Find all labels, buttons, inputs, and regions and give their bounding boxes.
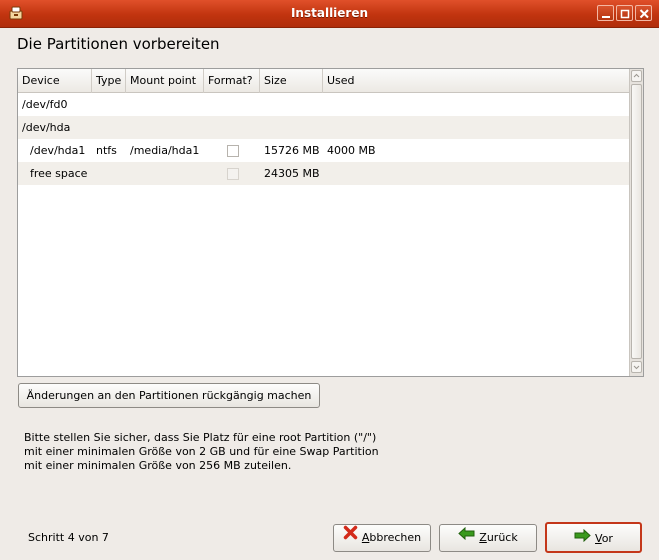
- minimize-button[interactable]: [597, 5, 614, 21]
- next-button[interactable]: Vor: [545, 522, 642, 553]
- partition-requirements-info: Bitte stellen Sie sicher, dass Sie Platz…: [24, 431, 379, 472]
- column-header-format[interactable]: Format?: [204, 69, 260, 93]
- vertical-scrollbar[interactable]: [629, 69, 643, 376]
- close-icon: [639, 9, 649, 19]
- red-x-icon: [343, 524, 358, 550]
- window-title: Installieren: [290, 6, 369, 20]
- maximize-button[interactable]: [616, 5, 633, 21]
- size-cell: 24305 MB: [264, 167, 320, 180]
- format-checkbox: [227, 168, 239, 180]
- window-titlebar[interactable]: Installieren: [0, 0, 659, 28]
- close-button[interactable]: [635, 5, 652, 21]
- type-cell: ntfs: [96, 144, 117, 157]
- table-row[interactable]: free space 24305 MB: [18, 162, 630, 185]
- table-row[interactable]: /dev/hda: [18, 116, 630, 139]
- next-mnemonic: V: [595, 532, 602, 545]
- device-cell: /dev/fd0: [22, 98, 68, 111]
- step-indicator: Schritt 4 von 7: [28, 531, 109, 544]
- chevron-up-icon: [633, 73, 640, 78]
- device-cell: /dev/hda1: [30, 144, 86, 157]
- back-label: urück: [486, 531, 518, 544]
- scrollbar-thumb[interactable]: [631, 84, 642, 359]
- device-cell: free space: [30, 167, 88, 180]
- table-row[interactable]: /dev/hda1 ntfs /media/hda1 15726 MB 4000…: [18, 139, 630, 162]
- back-mnemonic: Z: [479, 531, 487, 544]
- scroll-down-button[interactable]: [631, 361, 642, 373]
- back-button[interactable]: Zurück: [439, 524, 537, 552]
- next-label: or: [601, 532, 613, 545]
- table-row[interactable]: /dev/fd0: [18, 93, 630, 116]
- partition-table[interactable]: Device Type Mount point Format? Size Use…: [17, 68, 644, 377]
- scroll-up-button[interactable]: [631, 70, 642, 82]
- page-title: Die Partitionen vorbereiten: [17, 35, 220, 53]
- cancel-button[interactable]: Abbrechen: [333, 524, 431, 552]
- used-cell: 4000 MB: [327, 144, 376, 157]
- green-left-arrow-icon: [458, 524, 475, 550]
- column-header-used[interactable]: Used: [323, 69, 630, 93]
- green-right-arrow-icon: [574, 524, 591, 553]
- format-checkbox[interactable]: [227, 145, 239, 157]
- device-cell: /dev/hda: [22, 121, 71, 134]
- chevron-down-icon: [633, 365, 640, 370]
- column-header-size[interactable]: Size: [260, 69, 323, 93]
- mount-point-cell: /media/hda1: [130, 144, 200, 157]
- maximize-icon: [620, 9, 630, 19]
- minimize-icon: [602, 16, 610, 18]
- column-header-mount-point[interactable]: Mount point: [126, 69, 204, 93]
- size-cell: 15726 MB: [264, 144, 320, 157]
- revert-partition-changes-button[interactable]: Änderungen an den Partitionen rückgängig…: [18, 383, 320, 408]
- table-header: Device Type Mount point Format? Size Use…: [18, 69, 630, 93]
- column-header-type[interactable]: Type: [92, 69, 126, 93]
- cancel-label: bbrechen: [369, 531, 422, 544]
- column-header-device[interactable]: Device: [18, 69, 92, 93]
